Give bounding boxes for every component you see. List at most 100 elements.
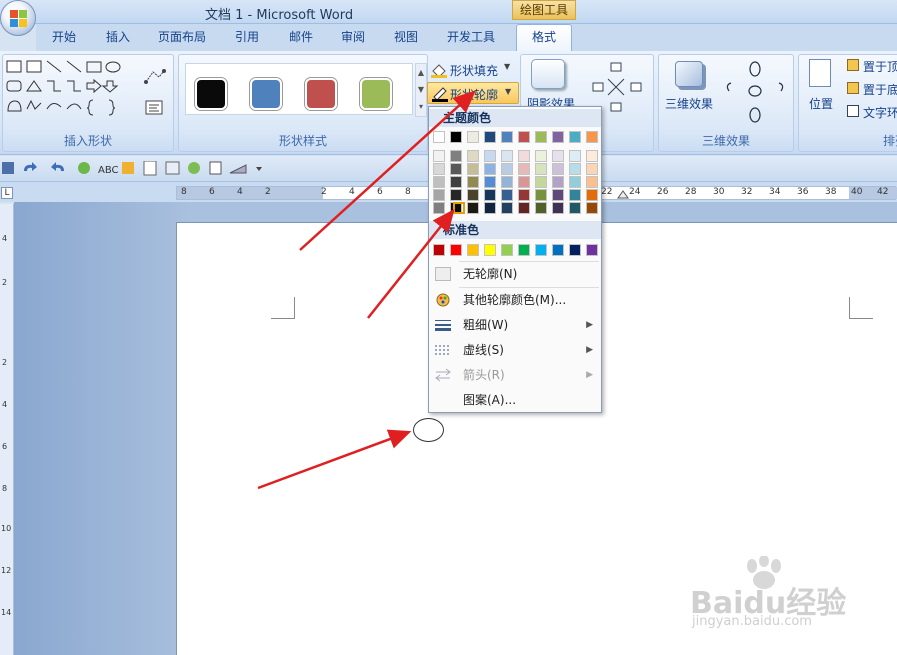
tab-selector[interactable]: L (1, 187, 13, 199)
print-layout-icon[interactable] (143, 161, 157, 176)
spelling-icon[interactable]: ABC (98, 165, 119, 176)
save-icon[interactable] (2, 162, 14, 174)
theme-shade-swatch[interactable] (518, 176, 530, 188)
theme-shade-swatch[interactable] (586, 176, 598, 188)
no-outline-item[interactable]: 无轮廓(N) (429, 262, 601, 286)
theme-shade-swatch[interactable] (501, 176, 513, 188)
theme-shade-swatch[interactable] (552, 202, 564, 214)
theme-shade-swatch[interactable] (586, 163, 598, 175)
pattern-item[interactable]: 图案(A)... (429, 388, 601, 412)
theme-shade-swatch[interactable] (569, 202, 581, 214)
theme-shade-swatch[interactable] (501, 202, 513, 214)
theme-shade-swatch[interactable] (586, 150, 598, 162)
tab-mailings[interactable]: 邮件 (289, 28, 313, 45)
theme-shade-swatch[interactable] (484, 202, 496, 214)
theme-shade-swatch[interactable] (450, 150, 462, 162)
theme-shade-swatch[interactable] (552, 150, 564, 162)
theme-shade-swatch[interactable] (450, 163, 462, 175)
standard-color-swatch[interactable] (433, 244, 445, 256)
tab-developer[interactable]: 开发工具 (447, 28, 495, 45)
indent-marker-icon[interactable] (617, 189, 629, 199)
style-swatch-green[interactable] (360, 78, 392, 110)
theme-shade-swatch[interactable] (535, 150, 547, 162)
theme-shade-swatch[interactable] (518, 202, 530, 214)
tab-format[interactable]: 格式 (516, 24, 572, 52)
theme-color-swatch[interactable] (450, 131, 462, 143)
more-outline-colors-item[interactable]: 其他轮廓颜色(M)... (429, 288, 601, 312)
document-icon[interactable] (209, 161, 222, 175)
theme-shade-swatch[interactable] (467, 150, 479, 162)
theme-shade-swatch[interactable] (450, 189, 462, 201)
position-icon[interactable] (809, 59, 831, 87)
theme-shade-swatch[interactable] (569, 150, 581, 162)
theme-shade-swatch[interactable] (569, 189, 581, 201)
office-button[interactable] (0, 0, 36, 36)
oval-shape[interactable] (413, 418, 444, 442)
theme-shade-swatch[interactable] (484, 150, 496, 162)
theme-shade-swatch[interactable] (501, 150, 513, 162)
style-swatch-blue[interactable] (250, 78, 282, 110)
text-wrap-label[interactable]: 文字环 (863, 104, 897, 121)
theme-shade-swatch[interactable] (552, 163, 564, 175)
standard-color-swatch[interactable] (518, 244, 530, 256)
standard-color-swatch[interactable] (484, 244, 496, 256)
theme-shade-swatch[interactable] (467, 176, 479, 188)
theme-shade-swatch[interactable] (586, 189, 598, 201)
3d-effects-icon[interactable] (675, 61, 703, 87)
customize-chevron-icon[interactable] (256, 167, 262, 171)
theme-shade-swatch[interactable] (484, 163, 496, 175)
theme-color-swatch[interactable] (586, 131, 598, 143)
undo-icon[interactable] (24, 162, 37, 171)
theme-shade-swatch[interactable] (450, 176, 462, 188)
theme-shade-swatch[interactable] (518, 189, 530, 201)
shapes-gallery[interactable] (5, 59, 133, 117)
tab-insert[interactable]: 插入 (106, 28, 130, 45)
theme-shade-swatch[interactable] (501, 163, 513, 175)
standard-color-swatch[interactable] (552, 244, 564, 256)
theme-shade-swatch[interactable] (501, 189, 513, 201)
theme-shade-swatch[interactable] (586, 202, 598, 214)
theme-shade-swatch[interactable] (552, 176, 564, 188)
shape-outline-button[interactable]: 形状轮廓 ▼ (427, 82, 519, 104)
standard-color-swatch[interactable] (586, 244, 598, 256)
theme-shade-swatch[interactable] (467, 163, 479, 175)
theme-shade-swatch[interactable] (484, 176, 496, 188)
theme-shade-swatch[interactable] (535, 176, 547, 188)
globe-icon[interactable] (188, 162, 200, 174)
theme-color-swatch[interactable] (569, 131, 581, 143)
3d-tilt-icon[interactable] (721, 59, 791, 125)
theme-shade-swatch[interactable] (535, 189, 547, 201)
theme-color-swatch[interactable] (535, 131, 547, 143)
theme-shade-swatch[interactable] (433, 202, 445, 214)
theme-shade-swatch[interactable] (467, 202, 479, 214)
dashes-item[interactable]: 虚线(S) ▶ (429, 338, 601, 362)
theme-color-swatch[interactable] (433, 131, 445, 143)
theme-shade-swatch[interactable] (569, 176, 581, 188)
bring-front-label[interactable]: 置于顶 (863, 58, 897, 75)
theme-color-swatch[interactable] (518, 131, 530, 143)
edit-shape-icon[interactable] (143, 67, 167, 87)
tab-page-layout[interactable]: 页面布局 (158, 28, 206, 45)
theme-color-swatch[interactable] (501, 131, 513, 143)
theme-shade-swatch[interactable] (433, 189, 445, 201)
shape-fill-button[interactable]: 形状填充 ▼ (430, 60, 520, 80)
theme-shade-swatch[interactable] (535, 163, 547, 175)
send-back-label[interactable]: 置于底 (863, 81, 897, 98)
theme-shade-swatch[interactable] (467, 189, 479, 201)
text-box-icon[interactable] (145, 100, 165, 116)
gallery-scroll[interactable]: ▲ ▼ ▾ (415, 63, 427, 117)
insert-icon[interactable] (229, 164, 247, 174)
page-setup-icon[interactable] (165, 161, 180, 175)
theme-shade-swatch[interactable] (569, 163, 581, 175)
theme-shade-swatch[interactable] (433, 163, 445, 175)
standard-color-swatch[interactable] (569, 244, 581, 256)
redo-icon[interactable] (51, 162, 64, 171)
theme-color-swatch[interactable] (484, 131, 496, 143)
draw-table-icon[interactable] (122, 162, 134, 174)
theme-color-swatch[interactable] (467, 131, 479, 143)
standard-color-swatch[interactable] (467, 244, 479, 256)
weight-item[interactable]: 粗细(W) ▶ (429, 313, 601, 337)
theme-shade-swatch[interactable] (518, 150, 530, 162)
arrows-item[interactable]: 箭头(R) ▶ (429, 363, 601, 387)
shadow-effects-icon[interactable] (531, 59, 565, 89)
